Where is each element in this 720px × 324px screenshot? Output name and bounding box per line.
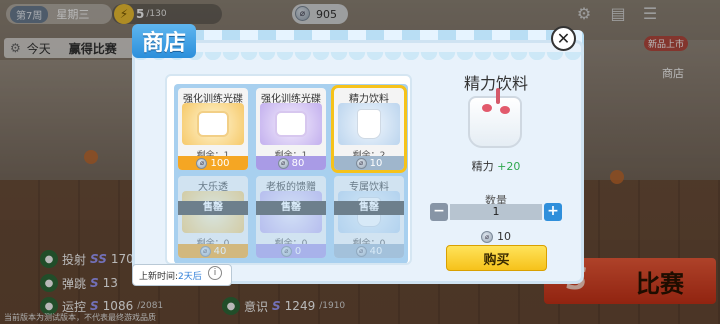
coin-icon: ⌀ (277, 157, 289, 169)
coin-icon: ⌀ (481, 230, 493, 243)
price-value: 40 (213, 245, 227, 257)
sold-out-label: 售罄 (334, 201, 404, 215)
price-value: 80 (291, 157, 305, 169)
coin-icon: ⌀ (355, 245, 367, 257)
restock-label: 上新时间: (139, 271, 179, 282)
item-price: ⌀ 80 (256, 156, 326, 170)
awning-scallop (132, 52, 584, 60)
shop-title: 商店 (132, 24, 196, 58)
shop-item-card[interactable]: 老板的馈赠 售罄 剩余：0 ⌀0 (256, 176, 326, 258)
energy-drink-icon (338, 103, 400, 145)
training-disc-icon (260, 103, 322, 145)
sold-out-label: 售罄 (256, 201, 326, 215)
training-disc-icon (182, 103, 244, 145)
shop-item-card[interactable]: 专属饮料 售罄 剩余：0 ⌀40 (334, 176, 404, 258)
shop-item-card-selected[interactable]: 精力饮料 剩余：2 ⌀10 (331, 85, 407, 173)
quantity-value[interactable]: 1 (450, 204, 542, 220)
item-price: ⌀ 10 (334, 156, 404, 170)
close-icon: ✕ (556, 29, 571, 48)
quantity-stepper: − 1 + (430, 203, 562, 221)
shop-item-card[interactable]: 大乐透 售罄 剩余：0 ⌀40 (178, 176, 248, 258)
coin-icon: ⌀ (355, 157, 367, 169)
item-grid-panel: 强化训练光碟 剩余：1 ⌀100 强化训练光碟 剩余：1 ⌀80 精力饮料 剩余… (165, 74, 412, 265)
coin-icon: ⌀ (199, 245, 211, 257)
shop-item-card[interactable]: 强化训练光碟 剩余：1 ⌀80 (256, 88, 326, 170)
shop-item-card[interactable]: 强化训练光碟 剩余：1 ⌀100 (178, 88, 248, 170)
coin-icon: ⌀ (196, 157, 208, 169)
price-value: 10 (369, 157, 383, 169)
restock-value: 2天后 (178, 271, 202, 282)
sold-out-label: 售罄 (178, 201, 248, 215)
effect-value: +20 (497, 160, 521, 173)
straw-shape (496, 88, 500, 104)
item-grid: 强化训练光碟 剩余：1 ⌀100 强化训练光碟 剩余：1 ⌀80 精力饮料 剩余… (174, 84, 408, 263)
item-price: ⌀ 40 (334, 244, 404, 258)
buy-button[interactable]: 购买 (446, 245, 547, 271)
item-price: ⌀ 40 (178, 244, 248, 258)
close-button[interactable]: ✕ (551, 26, 576, 51)
berry-shape (482, 104, 492, 112)
price-value: 0 (294, 245, 302, 257)
item-price: ⌀ 0 (256, 244, 326, 258)
item-price: ⌀ 100 (178, 156, 248, 170)
info-icon[interactable]: i (208, 266, 222, 280)
decrease-button[interactable]: − (430, 203, 448, 221)
berry-shape (500, 106, 510, 114)
coin-icon: ⌀ (280, 245, 292, 257)
increase-button[interactable]: + (544, 203, 562, 221)
effect-label: 精力 (471, 160, 494, 173)
total-cost-value: 10 (497, 230, 511, 243)
price-value: 100 (210, 157, 230, 169)
energy-drink-icon (468, 88, 522, 148)
total-cost: ⌀ 10 (428, 230, 564, 243)
price-value: 40 (369, 245, 383, 257)
detail-effect: 精力 +20 (428, 158, 564, 174)
